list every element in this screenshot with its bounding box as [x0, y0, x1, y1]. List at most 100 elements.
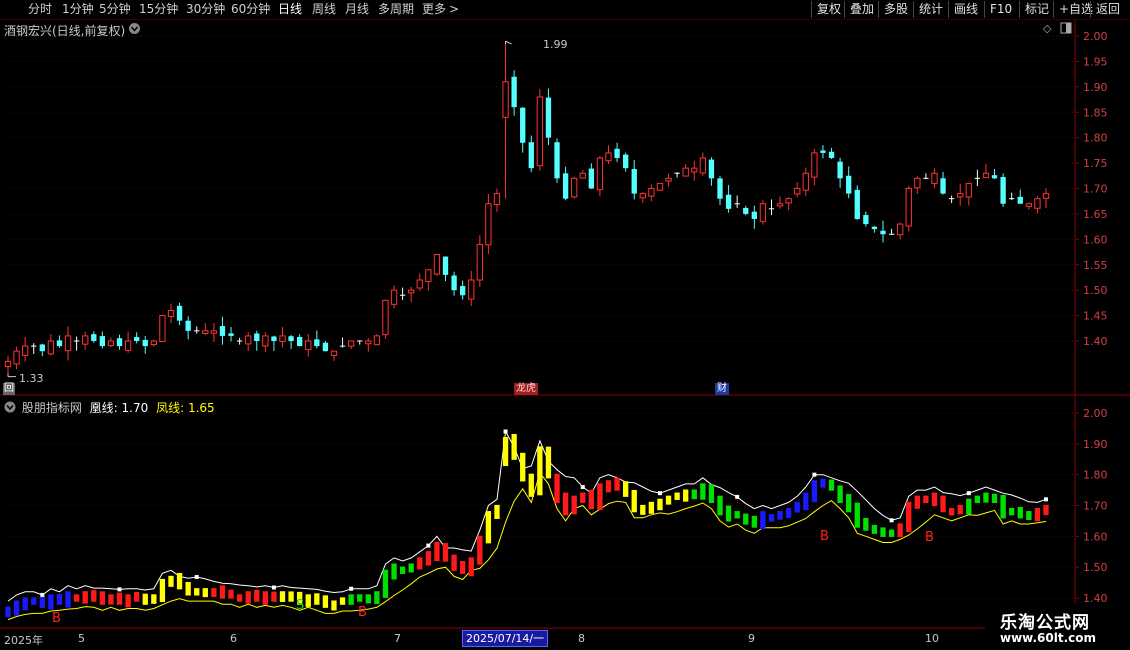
indicator-bar — [957, 504, 963, 515]
candle-body — [846, 175, 852, 194]
candle-body — [468, 279, 475, 300]
candle-body — [725, 194, 732, 209]
indicator-bar — [528, 473, 534, 497]
candle-body — [347, 340, 355, 347]
candle-body — [691, 167, 698, 173]
candle-body — [176, 305, 183, 321]
candle-body — [297, 336, 303, 347]
candle-body — [442, 256, 449, 275]
indicator-bar — [820, 478, 826, 488]
indicator-bar — [751, 515, 757, 528]
candle-body — [210, 330, 218, 334]
candle-body — [91, 334, 97, 341]
candle-body — [545, 97, 552, 138]
candle-body — [631, 169, 637, 194]
candle-body — [416, 279, 423, 289]
y-axis-label: 1.90 — [1083, 81, 1108, 94]
candle-body — [1034, 198, 1041, 209]
candle-body — [708, 159, 715, 179]
candle-body — [871, 226, 878, 230]
indicator-bar — [271, 591, 277, 602]
candle-body — [502, 81, 509, 118]
indicator-bar — [245, 591, 251, 604]
indicator-dot — [349, 586, 354, 591]
candle-body — [305, 340, 312, 351]
y-axis-label: 1.50 — [1083, 284, 1108, 297]
candle-body — [914, 177, 921, 189]
candle-body — [665, 177, 672, 182]
indicator-dot — [812, 472, 817, 477]
indicator-bar — [691, 489, 697, 500]
candle-body — [314, 339, 320, 347]
indicator-bar — [1026, 511, 1032, 521]
indicator-bar — [931, 492, 938, 507]
candle-body — [880, 230, 886, 235]
indicator-dot — [194, 575, 199, 580]
candle-body — [64, 335, 72, 352]
indicator-bar — [262, 591, 269, 605]
candle-body — [1000, 177, 1006, 204]
candle-body — [828, 151, 835, 158]
candle-body — [56, 340, 63, 347]
candlestick-chart[interactable]: 2.00 1.95 1.90 1.85 1.80 1.75 1.70 1.65 1.60 1.55… — [0, 0, 1130, 650]
y-axis-label: 1.65 — [1083, 208, 1108, 221]
indicator-bar — [48, 594, 54, 610]
indicator-bar — [588, 489, 594, 510]
candle-body — [99, 336, 106, 347]
event-tag-dragon-tiger[interactable]: 龙虎 — [514, 383, 538, 395]
watermark-title: 乐淘公式网 — [1000, 613, 1090, 633]
indicator-bar — [674, 492, 680, 500]
indicator-bar — [211, 588, 217, 597]
signal-buy: B — [925, 530, 934, 545]
indicator-dot — [40, 592, 45, 597]
y-axis-label: 1.40 — [1083, 335, 1108, 348]
indicator-bar — [657, 498, 663, 511]
indicator-bar — [614, 477, 620, 491]
indicator-bar — [871, 524, 878, 534]
indicator-bar — [803, 492, 809, 511]
indicator-bar — [914, 495, 920, 509]
indicator-bar — [717, 495, 723, 516]
indicator-bar — [159, 578, 166, 603]
indicator-bar — [91, 590, 97, 602]
indicator-bar — [888, 529, 895, 537]
indicator-dot — [503, 429, 508, 434]
candle-body — [957, 193, 964, 198]
indicator-bar — [1043, 504, 1049, 516]
x-axis-label: 9 — [748, 632, 755, 645]
indicator-dot — [966, 491, 971, 496]
y-axis-label: 1.90 — [1083, 438, 1108, 451]
event-tag-finance[interactable]: 财 — [715, 383, 729, 395]
indicator-bar — [571, 495, 577, 515]
indicator-bar — [605, 480, 612, 493]
indicator-bar — [73, 594, 80, 602]
indicator-dot — [735, 494, 740, 499]
candle-body — [476, 243, 483, 281]
indicator-bar — [734, 511, 740, 519]
indicator-bar — [880, 527, 886, 537]
signal-buy: B — [52, 611, 61, 626]
indicator-bar — [1034, 507, 1041, 522]
indicator-bar — [897, 523, 903, 538]
indicator-bar — [331, 600, 337, 611]
indicator-bar — [1000, 494, 1006, 519]
y-axis-label: 1.60 — [1083, 233, 1108, 246]
return-icon[interactable]: 回 — [3, 383, 15, 395]
indicator-bar — [288, 591, 294, 602]
candle-body — [776, 203, 784, 207]
indicator-bar — [991, 493, 998, 504]
candle-body — [536, 96, 544, 167]
candle-body — [1042, 193, 1050, 199]
candle-body — [982, 172, 990, 179]
candle-body — [425, 269, 432, 282]
y-axis-label: 1.60 — [1083, 530, 1108, 543]
candle-body — [905, 188, 912, 227]
indicator-bar — [254, 589, 260, 602]
candle-body — [228, 333, 234, 336]
low-price-label: 1.33 — [19, 372, 44, 385]
indicator-bar — [442, 543, 449, 562]
indicator-bar — [906, 501, 912, 532]
indicator-bar — [683, 489, 689, 502]
indicator-bar — [743, 513, 749, 525]
indicator-bar — [622, 481, 629, 497]
